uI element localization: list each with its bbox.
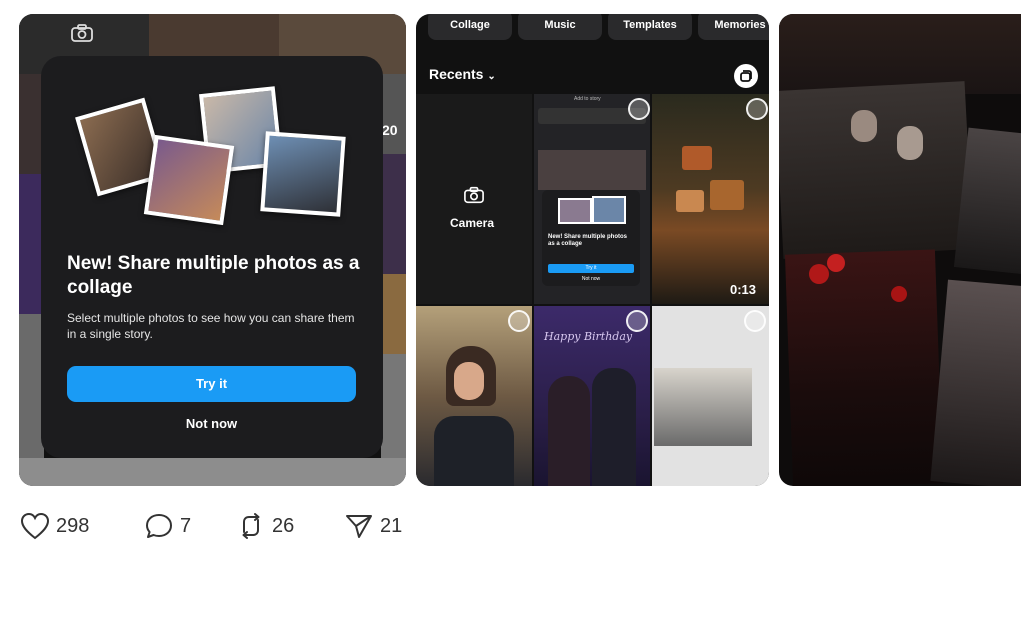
person-figure — [592, 368, 636, 486]
media-card-story-picker[interactable]: Collage Music Templates Memories Recents… — [416, 14, 769, 486]
thumb-photo — [538, 150, 646, 190]
person-face — [851, 110, 877, 142]
collage-photo — [779, 81, 974, 259]
plant-pot — [682, 146, 712, 170]
share-action[interactable]: 21 — [344, 512, 402, 540]
camera-icon — [71, 24, 93, 42]
person-figure — [548, 376, 590, 486]
person-body — [434, 416, 514, 486]
repost-icon — [242, 513, 260, 539]
collage-photo — [260, 131, 346, 217]
send-icon — [346, 515, 372, 538]
thumb-button: Try it — [548, 264, 634, 273]
camera-icon — [464, 186, 484, 204]
comment-count: 7 — [180, 514, 192, 537]
background-photo — [381, 74, 406, 154]
camera-tile[interactable]: Camera — [416, 94, 532, 304]
gallery-thumbnail[interactable] — [652, 306, 769, 486]
thumb-dialog: New! Share multiple photos as a collage … — [542, 190, 640, 286]
select-circle[interactable] — [628, 98, 650, 120]
collage-photo — [784, 249, 944, 486]
background-photo — [19, 458, 406, 486]
plant-pot — [710, 180, 744, 210]
background-photo — [779, 14, 1021, 94]
camera-label: Camera — [450, 216, 495, 230]
dialog-title: New! Share multiple photos as a collage — [67, 253, 360, 298]
gallery-thumbnail[interactable]: Happy Birthday — [534, 306, 650, 486]
thumb-title: New! Share multiple photos as a collage — [548, 234, 628, 247]
repost-count: 26 — [272, 514, 295, 537]
like-action[interactable]: 298 — [20, 512, 89, 540]
red-balloon — [891, 286, 907, 302]
background-photo — [381, 154, 406, 274]
multi-select-icon — [740, 70, 752, 82]
recents-label: Recents — [429, 66, 484, 82]
background-photo: 20 — [382, 122, 398, 138]
select-circle[interactable] — [508, 310, 530, 332]
collage-photo — [143, 134, 235, 226]
background-photo — [381, 274, 406, 354]
thumb-header: Add to story — [574, 96, 601, 102]
person-face — [454, 362, 484, 400]
dialog-description: Select multiple photos to see how you ca… — [67, 311, 355, 341]
gallery-thumbnail[interactable]: Add to story New! Share multiple photos … — [534, 94, 650, 304]
video-thumbnail[interactable]: 0:13 — [652, 94, 769, 304]
chevron-down-icon: ⌄ — [487, 71, 496, 82]
select-circle[interactable] — [746, 98, 768, 120]
select-circle[interactable] — [744, 310, 766, 332]
recents-dropdown[interactable]: Recents ⌄ — [429, 66, 496, 82]
script-text: Happy Birthday — [544, 330, 633, 343]
red-balloon — [809, 264, 829, 284]
tab-memories[interactable]: Memories — [698, 14, 769, 40]
select-circle[interactable] — [626, 310, 648, 332]
comment-icon — [146, 514, 172, 538]
media-card-collage-prompt[interactable]: 20 New! Share multiple photos as a colla… — [19, 14, 406, 486]
collage-promo-dialog: New! Share multiple photos as a collage … — [41, 56, 383, 458]
heart-icon — [20, 512, 50, 540]
group-photo — [654, 368, 752, 446]
try-it-button[interactable]: Try it — [67, 366, 356, 402]
repost-action[interactable]: 26 — [236, 512, 294, 540]
person-face — [897, 126, 923, 160]
like-count: 298 — [56, 514, 90, 537]
plant-pot — [676, 190, 704, 212]
collage-photo — [930, 279, 1021, 486]
red-balloon — [827, 254, 845, 272]
comment-action[interactable]: 7 — [144, 512, 191, 540]
tab-music[interactable]: Music — [518, 14, 602, 40]
gallery-thumbnail[interactable] — [416, 306, 532, 486]
media-card-photo-collage[interactable] — [779, 14, 1021, 486]
tab-templates[interactable]: Templates — [608, 14, 692, 40]
tab-collage[interactable]: Collage — [428, 14, 512, 40]
select-multiple-button[interactable] — [734, 64, 758, 88]
not-now-button[interactable]: Not now — [67, 416, 356, 431]
thumb-link: Not now — [581, 276, 601, 282]
share-count: 21 — [380, 514, 403, 537]
video-duration: 0:13 — [730, 282, 757, 297]
